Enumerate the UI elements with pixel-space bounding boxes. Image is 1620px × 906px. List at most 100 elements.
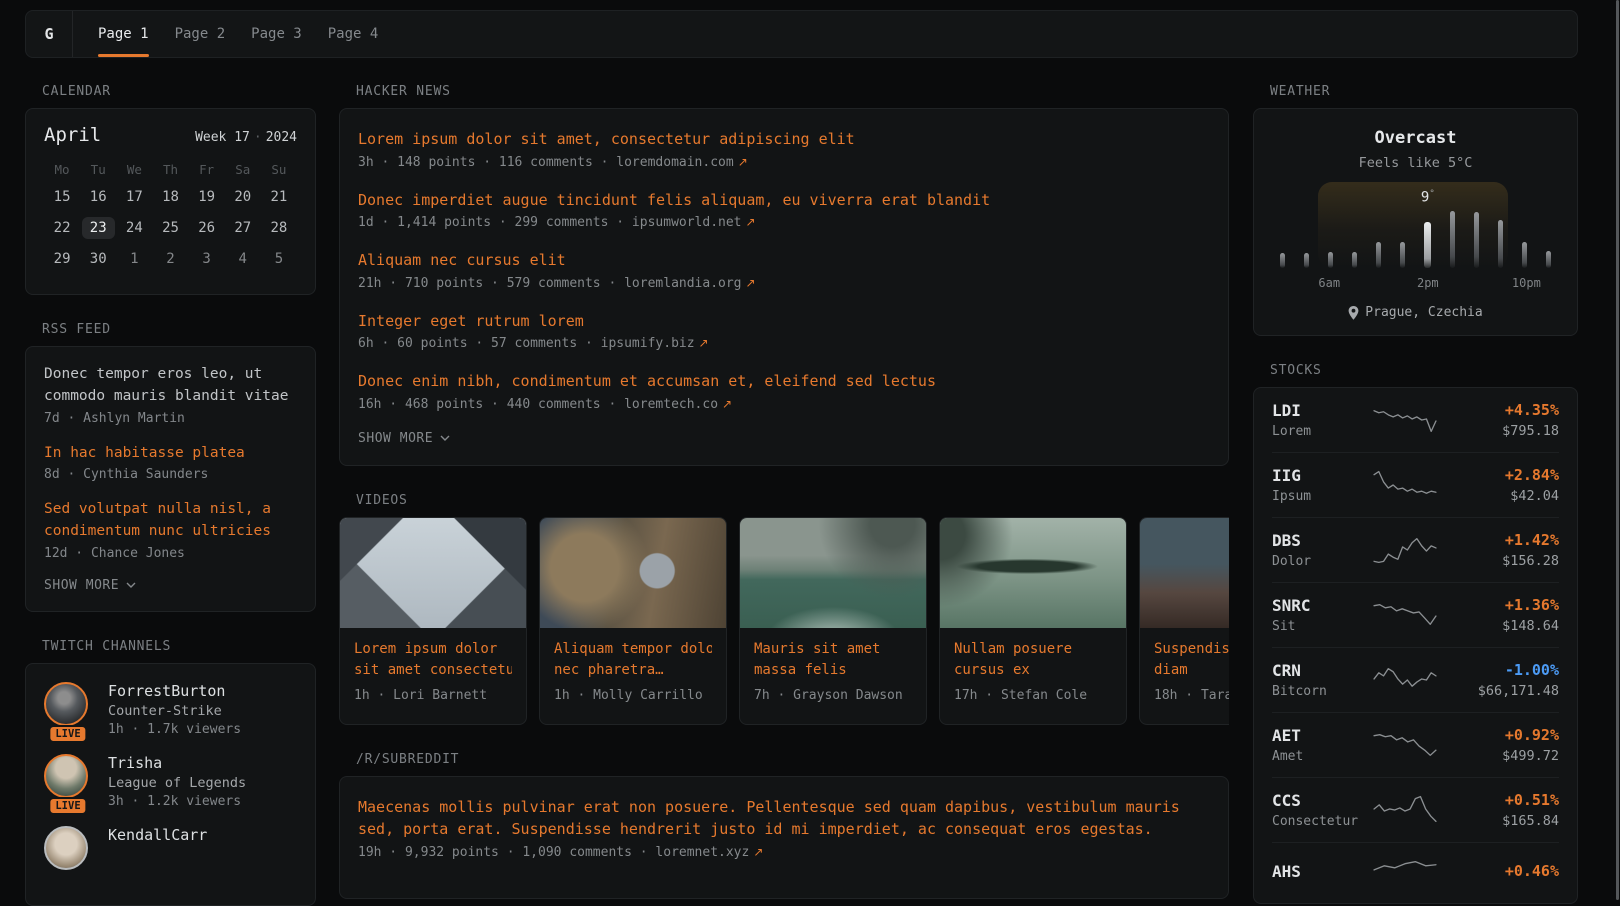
calendar-day: 2 (152, 248, 188, 270)
stock-row[interactable]: LDILorem +4.35%$795.18 (1272, 388, 1559, 453)
app-logo[interactable]: G (26, 11, 73, 57)
channel-viewers: 1h · 1.7k viewers (108, 722, 241, 737)
external-link-icon[interactable]: ↗ (722, 397, 732, 411)
weather-bar (1400, 242, 1405, 268)
weather-bar-chart: 9° (1280, 184, 1551, 268)
external-link-icon[interactable]: ↗ (753, 845, 763, 859)
live-badge: LIVE (48, 725, 87, 743)
hn-story: Integer eget rutrum lorem 6h · 60 points… (358, 310, 1210, 352)
stock-name: Dolor (1272, 554, 1368, 569)
twitch-channel-row[interactable]: KendallCarr (44, 826, 297, 870)
video-thumbnail[interactable] (540, 518, 726, 628)
video-card[interactable]: Lorem ipsum dolorsit amet consectetu… 1h… (339, 517, 527, 725)
tab-page-1[interactable]: Page 1 (98, 11, 149, 57)
video-card[interactable]: Nullam posuerecursus ex 17h · Stefan Col… (939, 517, 1127, 725)
stock-row[interactable]: AHS +0.46% (1272, 843, 1559, 903)
video-title[interactable]: Lorem ipsum dolorsit amet consectetu… (354, 639, 512, 681)
page-scrollbar[interactable] (1616, 0, 1619, 900)
rss-section-label: RSS FEED (42, 322, 316, 337)
channel-name[interactable]: ForrestBurton (108, 682, 241, 700)
video-card[interactable]: Suspendissediam 18h · Tara (1139, 517, 1229, 725)
external-link-icon[interactable]: ↗ (699, 336, 709, 350)
live-badge: LIVE (48, 797, 87, 815)
video-title[interactable]: Suspendissediam (1154, 639, 1229, 681)
hn-story-title[interactable]: Lorem ipsum dolor sit amet, consectetur … (358, 128, 1210, 151)
rss-item: Donec tempor eros leo, ut commodo mauris… (44, 364, 297, 426)
hn-show-more-button[interactable]: SHOW MORE (358, 431, 1210, 446)
video-card[interactable]: Mauris sit ametmassa felis 7h · Grayson … (739, 517, 927, 725)
weather-bar (1352, 252, 1357, 268)
stock-ticker: IIG (1272, 466, 1368, 485)
calendar-day-header: Su (261, 162, 297, 177)
stock-name: Bitcorn (1272, 684, 1368, 699)
calendar-day: 25 (152, 217, 188, 239)
calendar-widget: April Week 17·2024 MoTuWeThFrSaSu1516171… (25, 108, 316, 295)
stock-change: +4.35% (1441, 401, 1559, 419)
channel-name[interactable]: Trisha (108, 754, 246, 772)
calendar-week-year: Week 17·2024 (195, 130, 297, 145)
video-title[interactable]: Nullam posuerecursus ex (954, 639, 1112, 681)
video-thumbnail[interactable] (940, 518, 1126, 628)
calendar-month: April (44, 124, 101, 146)
weather-hour-label: 2pm (1417, 276, 1439, 290)
video-meta: 7h · Grayson Dawson (754, 688, 912, 703)
hn-story-title[interactable]: Aliquam nec cursus elit (358, 249, 1210, 272)
stock-row[interactable]: AETAmet +0.92%$499.72 (1272, 713, 1559, 778)
video-title[interactable]: Aliquam tempor dolornec pharetra… (554, 639, 712, 681)
stock-name: Sit (1272, 619, 1368, 634)
twitch-channel-row[interactable]: LIVE Trisha League of Legends 3h · 1.2k … (44, 754, 297, 809)
calendar-day: 16 (80, 186, 116, 208)
weather-bar (1304, 253, 1309, 268)
stock-sparkline (1372, 403, 1438, 437)
stock-ticker: CCS (1272, 791, 1368, 810)
tab-page-3[interactable]: Page 3 (251, 11, 302, 57)
hackernews-section-label: HACKER NEWS (356, 84, 1229, 99)
video-thumbnail[interactable] (340, 518, 526, 628)
calendar-day: 19 (189, 186, 225, 208)
external-link-icon[interactable]: ↗ (746, 215, 756, 229)
video-thumbnail[interactable] (740, 518, 926, 628)
tab-page-4[interactable]: Page 4 (328, 11, 379, 57)
stock-row[interactable]: CCSConsectetur +0.51%$165.84 (1272, 778, 1559, 843)
stock-name: Amet (1272, 749, 1368, 764)
external-link-icon[interactable]: ↗ (746, 276, 756, 290)
map-pin-icon (1348, 306, 1359, 320)
stock-change: +0.92% (1441, 726, 1559, 744)
stock-sparkline (1372, 856, 1438, 890)
hn-story-title[interactable]: Donec imperdiet augue tincidunt felis al… (358, 189, 1210, 212)
stock-row[interactable]: CRNBitcorn -1.00%$66,171.48 (1272, 648, 1559, 713)
hn-story-title[interactable]: Integer eget rutrum lorem (358, 310, 1210, 333)
twitch-channel-row[interactable]: LIVE ForrestBurton Counter-Strike 1h · 1… (44, 682, 297, 737)
weather-feels-like: Feels like 5°C (1272, 155, 1559, 171)
rss-item-title[interactable]: In hac habitasse platea (44, 443, 297, 465)
channel-name[interactable]: KendallCarr (108, 826, 207, 844)
tab-page-2[interactable]: Page 2 (175, 11, 226, 57)
stock-ticker: AHS (1272, 862, 1368, 881)
top-nav: G Page 1 Page 2 Page 3 Page 4 (25, 10, 1578, 58)
rss-item-title[interactable]: Donec tempor eros leo, ut commodo mauris… (44, 364, 297, 408)
nav-tabs: Page 1 Page 2 Page 3 Page 4 (73, 11, 378, 57)
hn-story-title[interactable]: Donec enim nibh, condimentum et accumsan… (358, 370, 1210, 393)
stock-row[interactable]: IIGIpsum +2.84%$42.04 (1272, 453, 1559, 518)
stock-row[interactable]: DBSDolor +1.42%$156.28 (1272, 518, 1559, 583)
video-title[interactable]: Mauris sit ametmassa felis (754, 639, 912, 681)
calendar-day-selected: 23 (80, 217, 116, 239)
video-meta: 1h · Lori Barnett (354, 688, 512, 703)
reddit-post-title[interactable]: Maecenas mollis pulvinar erat non posuer… (358, 796, 1208, 841)
stock-sparkline (1372, 598, 1438, 632)
channel-game: League of Legends (108, 775, 246, 791)
weather-bar (1376, 242, 1381, 268)
chevron-down-icon (440, 435, 450, 441)
twitch-section-label: TWITCH CHANNELS (42, 639, 316, 654)
external-link-icon[interactable]: ↗ (738, 155, 748, 169)
video-thumbnail[interactable] (1140, 518, 1229, 628)
weather-bar (1546, 251, 1551, 268)
hn-meta-text: 21h · 710 points · 579 comments · loreml… (358, 276, 742, 291)
rss-show-more-button[interactable]: SHOW MORE (44, 578, 297, 593)
calendar-section-label: CALENDAR (42, 84, 316, 99)
rss-item-title[interactable]: Sed volutpat nulla nisl, a condimentum n… (44, 499, 297, 543)
hn-story: Lorem ipsum dolor sit amet, consectetur … (358, 128, 1210, 170)
stock-row[interactable]: SNRCSit +1.36%$148.64 (1272, 583, 1559, 648)
video-card[interactable]: Aliquam tempor dolornec pharetra… 1h · M… (539, 517, 727, 725)
avatar (44, 826, 88, 870)
